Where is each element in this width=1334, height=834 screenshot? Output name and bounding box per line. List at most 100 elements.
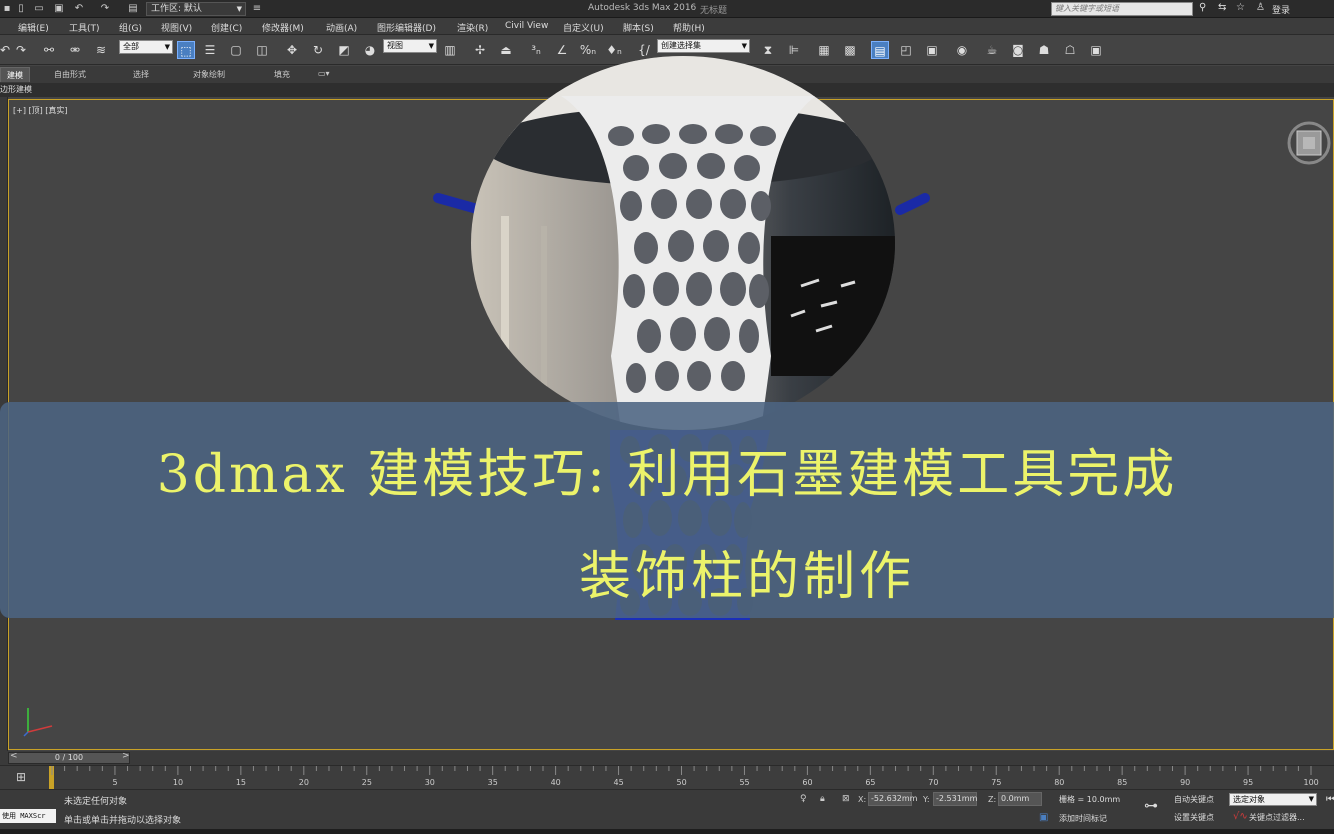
app-menu-icon[interactable]: ▪	[0, 2, 14, 16]
track-bar-label: 30	[424, 778, 435, 787]
new-file-icon[interactable]: ▯	[14, 2, 28, 16]
redo-icon[interactable]: ↷	[98, 2, 112, 16]
named-selection-dropdown[interactable]: 创建选择集 ▼	[657, 39, 750, 53]
viewport-label[interactable]: [+] [顶] [真实]	[13, 105, 68, 116]
ribbon-tab-object-paint[interactable]: 对象绘制	[193, 69, 225, 80]
material-editor-icon[interactable]: ◉	[953, 41, 971, 59]
menu-group[interactable]: 组(G)	[119, 21, 142, 34]
track-bar-label: 90	[1180, 778, 1191, 787]
add-time-tag-button[interactable]: 添加时间标记	[1059, 813, 1107, 824]
grid-size: 栅格 = 10.0mm	[1059, 795, 1121, 804]
ribbon-options-icon[interactable]: ▭▾	[318, 69, 330, 78]
named-selection-value: 创建选择集	[661, 41, 701, 50]
menu-modifiers[interactable]: 修改器(M)	[262, 21, 304, 34]
key-mode-dropdown[interactable]: 选定对象 ▼	[1229, 793, 1317, 806]
track-bar-label: 65	[865, 778, 876, 787]
time-prev-icon[interactable]: <	[10, 751, 18, 761]
banner-title-line2: 装饰柱的制作	[578, 547, 915, 607]
menu-create[interactable]: 创建(C)	[211, 21, 242, 34]
track-bar-label: 80	[1054, 778, 1065, 787]
track-bar-label: 60	[802, 778, 813, 787]
render-production-icon[interactable]: ☗	[1035, 41, 1053, 59]
selection-status: 未选定任何对象	[64, 797, 128, 807]
go-to-start-icon[interactable]: ⏮	[1326, 794, 1334, 805]
pivot-center-icon[interactable]: ▥	[441, 41, 459, 59]
time-slider-value: 0 / 100	[54, 753, 84, 762]
undo-icon[interactable]: ↶	[72, 2, 86, 16]
user-icon[interactable]: ♙	[1256, 2, 1265, 13]
auto-key-button[interactable]: 自动关键点	[1174, 794, 1214, 805]
rendered-frame-window-icon[interactable]: ◙	[1009, 41, 1027, 59]
lock-selection-icon[interactable]: 🔒︎	[820, 794, 825, 804]
reference-coordinate-dropdown[interactable]: 视图 ▼	[383, 39, 437, 53]
time-slider-track[interactable]: 0 / 100	[8, 752, 130, 764]
place-icon[interactable]: ◕	[361, 41, 379, 59]
time-next-icon[interactable]: >	[122, 751, 130, 761]
schematic-view-icon[interactable]: ▣	[923, 41, 941, 59]
login-link[interactable]: 登录	[1272, 3, 1290, 16]
time-tag-icon[interactable]: ▣	[1039, 812, 1048, 823]
open-file-icon[interactable]: ▭	[32, 2, 46, 16]
app-title: Autodesk 3ds Max 2016	[588, 3, 697, 13]
key-icon[interactable]: ⊶	[1144, 798, 1158, 814]
favorites-star-icon[interactable]: ☆	[1236, 2, 1245, 13]
ribbon-tab-populate[interactable]: 填充	[274, 69, 290, 80]
curve-editor-icon[interactable]: ◰	[897, 41, 915, 59]
track-bar[interactable]: ⊞ 5 10 15 20 25 30 35 40 45 50 55 60 65 70 75 80 85 90 95 1…	[0, 765, 1334, 790]
menu-edit[interactable]: 编辑(E)	[18, 21, 49, 34]
workspace-label: 工作区: 默认	[151, 4, 202, 14]
track-bar-label: 55	[739, 778, 750, 787]
chevron-down-icon: ▼	[741, 42, 747, 50]
rotate-icon[interactable]: ↻	[309, 41, 327, 59]
track-bar-label: 5	[112, 778, 118, 787]
search-input[interactable]: 键入关键字或短语	[1051, 2, 1193, 16]
chevron-down-icon: ▼	[164, 43, 170, 51]
ribbon-tab-modeling[interactable]: 建模	[0, 67, 30, 82]
menu-rendering[interactable]: 渲染(R)	[457, 21, 488, 34]
key-filters-button[interactable]: 关键点过滤器...	[1249, 812, 1305, 823]
menu-civil-view[interactable]: Civil View	[505, 21, 548, 31]
track-bar-label: 95	[1243, 778, 1254, 787]
communication-center-icon[interactable]: ⇆	[1218, 2, 1226, 13]
redo-toolbar-icon[interactable]: ↷	[12, 41, 30, 59]
z-coordinate-field[interactable]: 0.0mm	[998, 792, 1042, 806]
render-iterative-icon[interactable]: ☖	[1061, 41, 1079, 59]
ribbon-tab-selection[interactable]: 选择	[133, 69, 149, 80]
ribbon-tab-freeform[interactable]: 自由形式	[54, 69, 86, 80]
viewcube-icon[interactable]	[1284, 117, 1334, 169]
menu-views[interactable]: 视图(V)	[161, 21, 192, 34]
menu-graph-editors[interactable]: 图形编辑器(D)	[377, 21, 436, 34]
x-coordinate-field[interactable]: -52.632mm	[868, 792, 917, 806]
select-object-icon[interactable]: ⬚	[177, 41, 195, 59]
selection-filter-dropdown[interactable]: 全部 ▼	[119, 40, 173, 54]
move-icon[interactable]: ✥	[283, 41, 301, 59]
isolate-selection-icon[interactable]: ♀	[800, 794, 807, 804]
y-coordinate-field[interactable]: -2.531mm	[933, 792, 977, 806]
track-bar-ticks	[49, 766, 1312, 790]
scale-icon[interactable]: ◩	[335, 41, 353, 59]
save-icon[interactable]: ▣	[52, 2, 66, 16]
track-bar-label: 10	[172, 778, 184, 787]
menu-animation[interactable]: 动画(A)	[326, 21, 357, 34]
project-folder-icon[interactable]: ▤	[126, 2, 140, 16]
absolute-mode-icon[interactable]: ⊠	[842, 794, 850, 804]
select-and-link-icon[interactable]: ⚯	[40, 41, 58, 59]
rectangular-selection-icon[interactable]: ▢	[227, 41, 245, 59]
menu-tools[interactable]: 工具(T)	[69, 21, 100, 34]
workspace-dropdown[interactable]: 工作区: 默认 ▼	[146, 2, 246, 16]
bind-space-warp-icon[interactable]: ≋	[92, 41, 110, 59]
maxscript-listener[interactable]: 使用 MAXScr	[0, 809, 56, 823]
render-setup-icon[interactable]: ☕	[983, 41, 1001, 59]
set-key-button[interactable]: 设置关键点	[1174, 812, 1214, 823]
binoculars-icon[interactable]: ⚲	[1199, 2, 1206, 13]
window-crossing-icon[interactable]: ◫	[253, 41, 271, 59]
unlink-icon[interactable]: ⚮	[66, 41, 84, 59]
key-filter-icon[interactable]: √∿	[1233, 811, 1248, 822]
menu-customize[interactable]: 自定义(U)	[563, 21, 604, 34]
activeshade-icon[interactable]: ▣	[1087, 41, 1105, 59]
chevron-down-icon: ▼	[236, 5, 242, 13]
menu-help[interactable]: 帮助(H)	[673, 21, 705, 34]
quick-access-menu-icon[interactable]: ≡	[250, 2, 264, 16]
menu-scripting[interactable]: 脚本(S)	[623, 21, 654, 34]
select-by-name-icon[interactable]: ☰	[201, 41, 219, 59]
